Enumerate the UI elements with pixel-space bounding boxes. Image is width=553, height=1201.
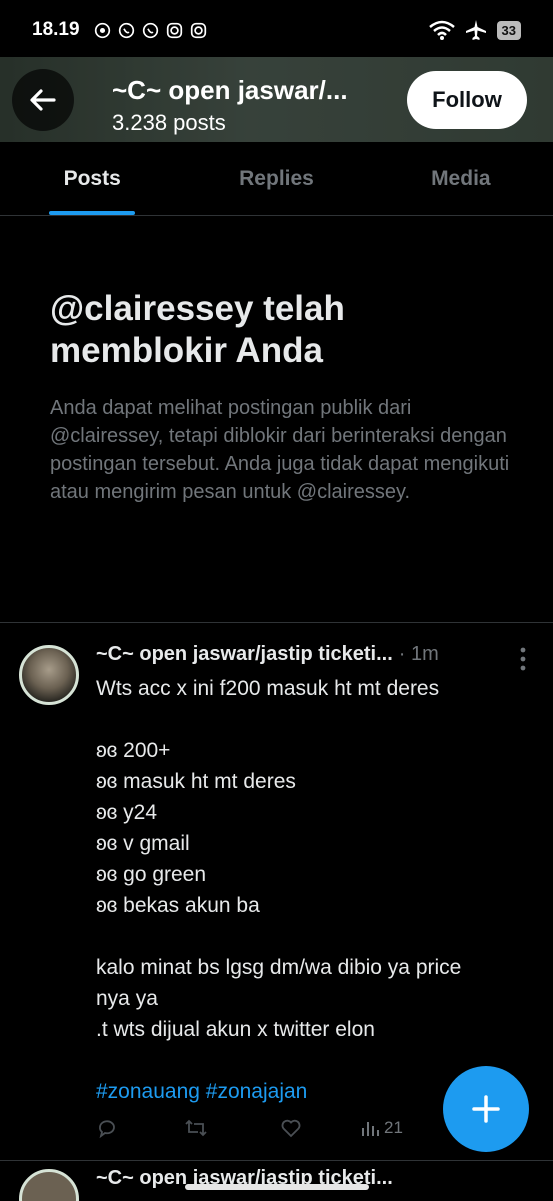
profile-tabs: Posts Replies Media <box>0 143 553 216</box>
post-line: .t wts dijual akun x twitter elon <box>96 1018 375 1041</box>
more-options-icon[interactable] <box>515 645 531 673</box>
tab-replies[interactable]: Replies <box>184 143 368 215</box>
post-author[interactable]: ~C~ open jaswar/jastip ticketi... <box>96 643 393 666</box>
post-line: kalo minat bs lgsg dm/wa dibio ya price <box>96 956 462 979</box>
post-line: ʚɞ v gmail <box>96 832 190 855</box>
post-actions: 21 <box>96 1113 446 1143</box>
post-line: Wts acc x ini f200 masuk ht mt deres <box>96 677 440 700</box>
divider <box>0 622 553 623</box>
arrow-left-icon <box>30 89 56 111</box>
heart-icon <box>281 1119 301 1138</box>
post-line: ʚɞ masuk ht mt deres <box>96 770 296 793</box>
like-button[interactable] <box>280 1117 360 1139</box>
whatsapp-icon <box>118 22 134 38</box>
reply-button[interactable] <box>96 1117 184 1139</box>
analytics-icon <box>362 1122 379 1136</box>
post-line: ʚɞ bekas akun ba <box>96 894 260 917</box>
blocked-title: @clairessey telah memblokir Anda <box>50 289 345 370</box>
reply-icon <box>99 1120 115 1139</box>
posts-count: 3.238 posts <box>112 110 226 135</box>
repost-icon <box>185 1119 207 1137</box>
avatar[interactable] <box>19 1169 79 1201</box>
plus-icon <box>472 1095 500 1123</box>
instagram-icon <box>166 22 182 38</box>
repost-button[interactable] <box>184 1117 280 1139</box>
post-line <box>96 1045 526 1076</box>
post-line <box>96 704 526 735</box>
whatsapp-icon <box>94 22 110 38</box>
views-button[interactable]: 21 <box>360 1118 403 1138</box>
post-line <box>96 921 526 952</box>
post-header: ~C~ open jaswar/jastip ticketi... · 1m <box>96 643 506 666</box>
status-time: 18.19 <box>32 19 80 40</box>
post-line: ʚɞ 200+ <box>96 739 171 762</box>
avatar[interactable] <box>19 645 79 705</box>
profile-name: ~C~ open jaswar/... <box>112 75 348 105</box>
tab-posts[interactable]: Posts <box>0 143 184 215</box>
tab-media[interactable]: Media <box>369 143 553 215</box>
home-indicator[interactable] <box>185 1184 369 1190</box>
follow-button[interactable]: Follow <box>407 71 527 129</box>
post-text: Wts acc x ini f200 masuk ht mt deres ʚɞ … <box>96 673 526 1107</box>
back-button[interactable] <box>12 69 74 131</box>
notification-icons <box>94 22 207 39</box>
post-line: nya ya <box>96 987 158 1010</box>
wifi-icon <box>428 20 455 40</box>
status-bar: 18.19 33 <box>0 0 553 60</box>
whatsapp-icon <box>142 22 158 38</box>
views-count: 21 <box>384 1118 403 1137</box>
post-line: ʚɞ y24 <box>96 801 158 824</box>
profile-header: ~C~ open jaswar/... 3.238 posts Follow <box>0 57 553 142</box>
blocked-description: Anda dapat melihat postingan publik dari… <box>50 397 510 503</box>
airplane-mode-icon <box>465 20 486 40</box>
post-timestamp: · 1m <box>398 643 439 665</box>
instagram-icon <box>190 22 206 38</box>
post-line: ʚɞ go green <box>96 863 207 886</box>
next-post[interactable]: ~C~ open jaswar/jastip ticketi... <box>0 1160 553 1201</box>
battery-indicator: 33 <box>496 20 521 40</box>
blocked-notice: @clairessey telah memblokir Anda Anda da… <box>50 288 520 506</box>
compose-button[interactable] <box>443 1066 529 1152</box>
